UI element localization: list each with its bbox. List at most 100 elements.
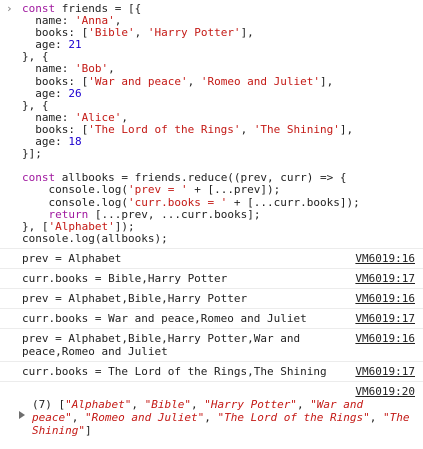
code-token: const — [22, 2, 56, 15]
code-token: }, { — [22, 98, 49, 112]
code-token: 'Harry Potter' — [147, 26, 241, 40]
code-token: 'Alice' — [74, 110, 122, 124]
code-token: , — [108, 62, 115, 76]
code-line: }, { — [22, 99, 49, 112]
code-line: age: 21 — [22, 38, 82, 52]
code-token: }, { — [22, 50, 49, 64]
log-row: prev = Alphabet,Bible,Harry Potter,War a… — [0, 327, 423, 361]
code-line: books: ['The Lord of the Rings', 'The Sh… — [22, 123, 353, 136]
code-line: }]; — [22, 147, 42, 160]
code-line: const friends = [{ — [22, 2, 141, 15]
result-source-link[interactable]: VM6019:20 — [355, 385, 415, 398]
code-token: ], — [339, 122, 354, 136]
array-item: "Alphabet" — [65, 397, 132, 411]
code-token: 26 — [68, 86, 82, 100]
devtools-console: › const friends = [{ name: 'Anna', books… — [0, 0, 423, 449]
log-row: prev = Alphabet VM6019:16 — [0, 247, 423, 268]
code-token: , — [114, 14, 122, 28]
code-line: name: 'Anna', — [22, 14, 121, 27]
code-token: allbooks = friends.reduce((prev, curr) =… — [55, 171, 347, 185]
code-token: 'Bible' — [88, 26, 135, 40]
expand-triangle-icon[interactable] — [19, 410, 25, 419]
code-token: , — [187, 74, 201, 88]
code-token: 'The Shining' — [253, 122, 340, 136]
code-token: 18 — [68, 135, 82, 149]
code-token: console.log( — [22, 183, 128, 197]
code-token: friends = [{ — [55, 2, 142, 15]
code-line: age: 18 — [22, 135, 82, 149]
code-token: 'War and peace' — [88, 74, 188, 88]
code-token: , — [134, 26, 148, 40]
code-token: 'Romeo and Juliet' — [200, 74, 321, 88]
log-message: curr.books = The Lord of the Rings,The S… — [22, 364, 327, 378]
code-line: return [...prev, ...curr.books]; — [22, 207, 261, 221]
log-message: curr.books = Bible,Harry Potter — [22, 271, 228, 285]
code-line: books: ['War and peace', 'Romeo and Juli… — [22, 75, 333, 88]
code-line: const allbooks = friends.reduce((prev, c… — [22, 171, 347, 184]
code-token: ]); — [114, 219, 135, 233]
code-line: console.log('curr.books = ' + [...curr.b… — [22, 195, 360, 209]
code-token: 'prev = ' — [127, 183, 188, 197]
code-line: console.log(allbooks); — [22, 232, 168, 245]
log-source-link[interactable]: VM6019:17 — [355, 272, 415, 285]
code-token: [...prev, ...curr.books]; — [88, 207, 261, 221]
code-token: + [...curr.books]); — [227, 195, 360, 209]
array-preview[interactable]: (7) ["Alphabet", "Bible", "Harry Potter"… — [32, 398, 416, 437]
code-token: const — [22, 171, 56, 185]
code-token: }]; — [22, 147, 42, 161]
code-token: 'curr.books = ' — [127, 195, 228, 209]
code-token: age: — [22, 86, 69, 100]
code-token: console.log( — [22, 195, 128, 209]
code-line: }, ['Alphabet']); — [22, 220, 135, 233]
code-token: books: [ — [22, 26, 89, 40]
log-source-link[interactable]: VM6019:17 — [355, 312, 415, 325]
code-block[interactable]: const friends = [{ name: 'Anna', books: … — [22, 2, 423, 245]
code-line: console.log('prev = ' + [...prev]); — [22, 183, 280, 196]
code-token: , — [240, 122, 254, 136]
code-token: 'Alphabet' — [48, 219, 115, 233]
log-message: curr.books = War and peace,Romeo and Jul… — [22, 311, 307, 325]
log-message: prev = Alphabet — [22, 251, 122, 265]
array-item: "Romeo and Juliet" — [85, 410, 205, 424]
log-source-link[interactable]: VM6019:16 — [355, 292, 415, 305]
code-line: books: ['Bible', 'Harry Potter'], — [22, 26, 254, 39]
code-token: ], — [240, 26, 254, 40]
code-token: age: — [22, 135, 69, 149]
log-source-link[interactable]: VM6019:16 — [355, 252, 415, 265]
code-token: return — [48, 207, 89, 221]
log-source-link[interactable]: VM6019:16 — [355, 332, 415, 345]
code-line: }, { — [22, 50, 49, 63]
code-line: age: 26 — [22, 86, 82, 100]
log-row: curr.books = The Lord of the Rings,The S… — [0, 360, 423, 381]
code-token: name: — [22, 110, 75, 124]
log-row: curr.books = Bible,Harry Potter VM6019:17 — [0, 267, 423, 288]
console-input-entry: › const friends = [{ name: 'Anna', books… — [0, 0, 423, 248]
prompt-chevron-icon: › — [6, 2, 13, 15]
log-message: prev = Alphabet,Bible,Harry Potter,War a… — [22, 331, 307, 358]
code-token: books: [ — [22, 122, 89, 136]
array-length-label: (7) — [32, 397, 52, 411]
code-token: console.log(allbooks); — [22, 231, 168, 245]
code-token: age: — [22, 38, 69, 52]
log-message: prev = Alphabet,Bible,Harry Potter — [22, 291, 248, 305]
log-row: prev = Alphabet,Bible,Harry Potter VM6019… — [0, 287, 423, 308]
code-token: name: — [22, 62, 75, 76]
code-line: name: 'Bob', — [22, 62, 115, 75]
code-token: , — [121, 110, 128, 124]
code-token: 'Anna' — [74, 14, 115, 28]
log-source-link[interactable]: VM6019:17 — [355, 365, 415, 378]
code-token: + [...prev]); — [187, 183, 281, 197]
code-token: 21 — [68, 38, 82, 52]
log-row: curr.books = War and peace,Romeo and Jul… — [0, 307, 423, 328]
array-item: "The Lord of the Rings" — [217, 410, 370, 424]
console-log-list: prev = Alphabet VM6019:16 curr.books = Bib… — [0, 247, 423, 381]
code-token: 'The Lord of the Rings' — [88, 122, 241, 136]
code-token: name: — [22, 14, 75, 28]
result-row: VM6019:20 (7) ["Alphabet", "Bible", "Har… — [0, 380, 423, 440]
array-item: "Bible" — [144, 397, 191, 411]
code-token: books: [ — [22, 74, 89, 88]
code-token: }, [ — [22, 219, 49, 233]
array-item: "Harry Potter" — [204, 397, 297, 411]
code-token: ], — [320, 74, 334, 88]
